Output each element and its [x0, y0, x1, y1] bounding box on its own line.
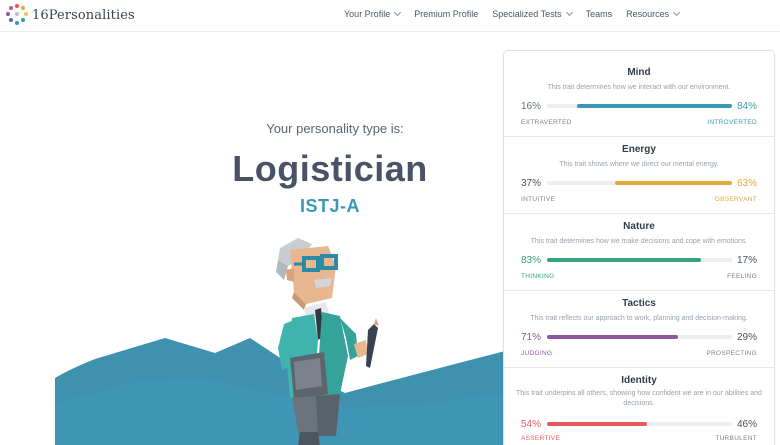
trait-right-label: FEELING — [727, 273, 757, 280]
trait-bar-fill — [576, 104, 732, 108]
trait-left-percent: 71% — [521, 332, 542, 343]
trait-right-percent: 84% — [736, 101, 757, 112]
trait-bar — [547, 258, 732, 262]
hero-wave-background — [55, 338, 505, 445]
trait-left-percent: 16% — [521, 101, 542, 112]
site-logo[interactable]: 16Personalities — [6, 4, 135, 26]
trait-bar-fill — [615, 181, 732, 185]
trait-right-label: TURBULENT — [715, 435, 757, 442]
trait-left-label: EXTRAVERTED — [521, 119, 572, 126]
trait-left-label: THINKING — [521, 273, 555, 280]
divider — [504, 367, 774, 368]
logo-dots-icon — [6, 4, 28, 26]
trait-right-percent: 17% — [736, 255, 757, 266]
brand-name: 16Personalities — [32, 7, 135, 23]
logistician-illustration — [276, 238, 379, 445]
trait-description: This trait shows where we direct our men… — [559, 161, 719, 168]
chevron-down-icon — [394, 8, 402, 17]
nav-label: Teams — [585, 9, 613, 19]
chevron-down-icon — [565, 8, 573, 17]
trait-right-percent: 46% — [736, 419, 757, 430]
trait-description: This trait underpins all others, showing… — [516, 390, 762, 407]
nav-label: Resources — [626, 9, 670, 19]
trait-title: Tactics — [622, 298, 656, 309]
nav-label: Premium Profile — [414, 9, 479, 19]
trait-right-label: PROSPECTING — [706, 350, 757, 357]
trait-left-percent: 83% — [521, 255, 542, 266]
trait-title: Energy — [622, 144, 656, 155]
nav-teams[interactable]: Teams — [586, 9, 613, 19]
trait-left-label: ASSERTIVE — [521, 435, 561, 442]
trait-left-percent: 54% — [521, 419, 542, 430]
nav-specialized-tests[interactable]: Specialized Tests — [492, 8, 573, 19]
nav-resources[interactable]: Resources — [626, 8, 681, 19]
trait-bar — [547, 422, 732, 426]
trait-bar — [547, 181, 732, 185]
trait-title: Nature — [623, 221, 655, 232]
trait-bar-fill — [547, 335, 679, 339]
trait-right-label: OBSERVANT — [714, 196, 757, 203]
trait-description: This trait determines how we interact wi… — [547, 84, 731, 91]
divider — [504, 213, 774, 214]
trait-right-percent: 63% — [736, 178, 757, 189]
divider — [504, 136, 774, 137]
top-navigation-bar: 16Personalities Your Profile Premium Pro… — [0, 0, 780, 32]
trait-description: This trait determines how we make decisi… — [530, 238, 748, 245]
trait-right-percent: 29% — [736, 332, 757, 343]
nav-label: Specialized Tests — [492, 9, 562, 19]
nav-premium-profile[interactable]: Premium Profile — [414, 9, 478, 19]
trait-left-label: INTUITIVE — [521, 196, 556, 203]
divider — [504, 290, 774, 291]
trait-bar — [547, 104, 732, 108]
chevron-down-icon — [673, 8, 681, 17]
trait-bar-fill — [547, 258, 701, 262]
trait-title: Identity — [621, 375, 657, 386]
personality-traits-card: Mind This trait determines how we intera… — [503, 50, 775, 445]
trait-left-percent: 37% — [521, 178, 542, 189]
trait-left-label: JUDGING — [521, 350, 553, 357]
trait-bar-fill — [547, 422, 647, 426]
trait-bar — [547, 335, 732, 339]
nav-label: Your Profile — [344, 9, 391, 19]
trait-title: Mind — [627, 67, 651, 78]
trait-description: This trait reflects our approach to work… — [530, 315, 748, 322]
nav-your-profile[interactable]: Your Profile — [344, 8, 402, 19]
main-nav: Your Profile Premium Profile Specialized… — [344, 8, 693, 19]
hero-section: Your personality type is: Logistician IS… — [0, 33, 505, 445]
trait-right-label: INTROVERTED — [707, 119, 757, 126]
